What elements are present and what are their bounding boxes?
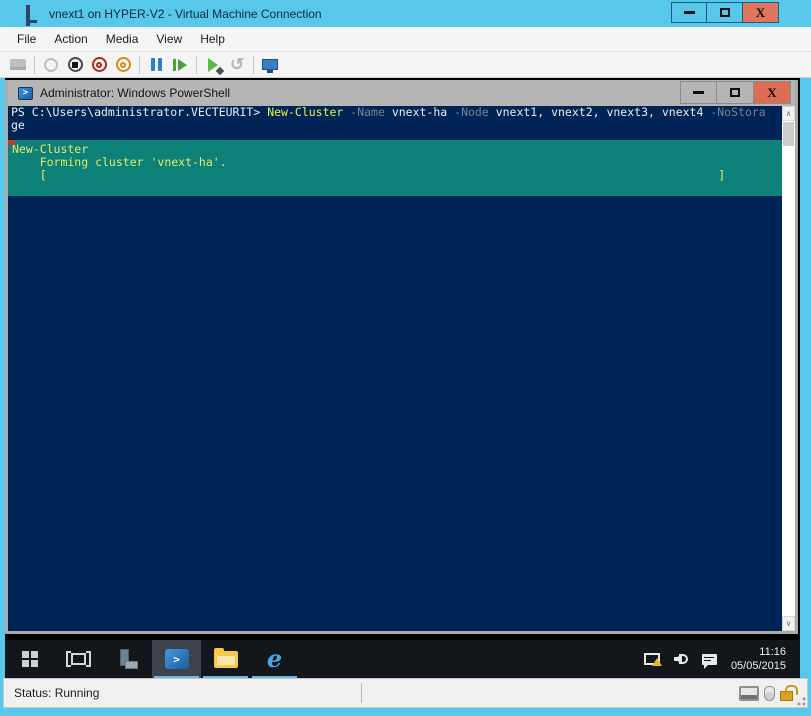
toolbar-separator <box>196 55 197 74</box>
save-vm-icon[interactable] <box>111 54 135 76</box>
server-manager-icon <box>118 649 138 669</box>
volume-icon[interactable] <box>673 652 688 666</box>
ctrl-alt-delete-icon[interactable] <box>6 54 30 76</box>
internet-explorer-button[interactable]: e <box>250 640 299 678</box>
action-center-icon[interactable] <box>701 653 717 669</box>
powershell-title: Administrator: Windows PowerShell <box>40 86 231 100</box>
maximize-icon <box>730 88 740 97</box>
pause-icon[interactable] <box>144 54 168 76</box>
powershell-icon: > <box>164 649 189 669</box>
progress-artifact <box>8 140 15 145</box>
command-line: PS C:\Users\administrator.VECTEURIT> New… <box>11 106 766 119</box>
progress-panel: New-Cluster Forming cluster 'vnext-ha'. … <box>8 140 782 196</box>
scrollbar-thumb[interactable] <box>783 122 794 146</box>
server-manager-button[interactable] <box>103 640 152 678</box>
vm-minimize-button[interactable] <box>671 2 707 23</box>
shut-down-icon[interactable] <box>87 54 111 76</box>
clock-date: 05/05/2015 <box>730 660 786 672</box>
vm-close-button[interactable]: X <box>743 2 779 23</box>
resize-grip[interactable] <box>794 694 806 706</box>
toolbar-separator <box>253 55 254 74</box>
vmconnect-icon <box>26 5 41 26</box>
toolbar: ↺ <box>0 52 811 78</box>
mouse-capture-icon <box>764 685 775 701</box>
progress-bar: [ ] <box>12 168 726 182</box>
command-wrap-line: ge <box>11 118 25 132</box>
powershell-titlebar[interactable]: > Administrator: Windows PowerShell X <box>8 80 795 106</box>
ps-maximize-button[interactable] <box>717 81 754 104</box>
taskbar-clock[interactable]: 11:16 05/05/2015 <box>731 645 788 673</box>
powershell-console[interactable]: PS C:\Users\administrator.VECTEURIT> New… <box>8 106 795 631</box>
vm-taskbar: > e 11:16 05/05/2015 <box>5 640 800 678</box>
file-explorer-button[interactable] <box>201 640 250 678</box>
minimize-icon <box>683 11 695 14</box>
internet-explorer-icon: e <box>266 644 283 673</box>
powershell-icon: > <box>18 86 33 100</box>
vm-titlebar[interactable]: vnext1 on HYPER-V2 - Virtual Machine Con… <box>0 0 811 27</box>
minimize-icon <box>693 91 704 94</box>
menu-action[interactable]: Action <box>45 28 96 50</box>
scroll-down-icon[interactable]: ∨ <box>782 616 795 631</box>
menu-media[interactable]: Media <box>97 28 148 50</box>
turn-off-icon[interactable] <box>63 54 87 76</box>
lock-icon <box>780 684 798 701</box>
vm-connection-window: vnext1 on HYPER-V2 - Virtual Machine Con… <box>0 0 811 716</box>
task-view-icon <box>66 651 91 667</box>
enhanced-session-icon[interactable] <box>258 54 282 76</box>
task-view-button[interactable] <box>54 640 103 678</box>
cmdlet-name: New-Cluster <box>267 106 344 119</box>
revert-icon[interactable]: ↺ <box>225 54 249 76</box>
menu-view[interactable]: View <box>147 28 191 50</box>
toolbar-separator <box>34 55 35 74</box>
keyboard-capture-icon <box>739 685 759 701</box>
vm-window-title: vnext1 on HYPER-V2 - Virtual Machine Con… <box>49 6 322 21</box>
network-warning-icon[interactable] <box>643 653 662 666</box>
reset-icon[interactable] <box>168 54 192 76</box>
status-separator <box>361 683 362 703</box>
close-icon: X <box>755 4 766 20</box>
start-button[interactable] <box>5 640 54 678</box>
windows-logo-icon <box>21 651 38 667</box>
ps-close-button[interactable]: X <box>754 81 791 104</box>
status-bar: Status: Running <box>3 678 808 708</box>
menu-help[interactable]: Help <box>191 28 234 50</box>
vm-screen[interactable]: > Administrator: Windows PowerShell X PS… <box>5 78 800 678</box>
scroll-up-icon[interactable]: ∧ <box>782 106 795 121</box>
maximize-icon <box>719 8 730 17</box>
powershell-taskbar-button[interactable]: > <box>152 640 201 678</box>
checkpoint-icon[interactable] <box>201 54 225 76</box>
folder-icon <box>213 647 238 668</box>
console-scrollbar[interactable]: ∧ ∨ <box>782 106 795 631</box>
start-vm-icon[interactable] <box>39 54 63 76</box>
toolbar-separator <box>139 55 140 74</box>
menu-file[interactable]: File <box>8 28 45 50</box>
prompt: PS C:\Users\administrator.VECTEURIT> <box>11 106 268 119</box>
menu-bar: File Action Media View Help <box>0 27 811 52</box>
status-text: Status: Running <box>14 686 100 700</box>
vm-maximize-button[interactable] <box>707 2 743 23</box>
clock-time: 11:16 <box>759 646 786 658</box>
powershell-window: > Administrator: Windows PowerShell X PS… <box>5 80 798 634</box>
system-tray: 11:16 05/05/2015 <box>643 640 800 678</box>
ps-minimize-button[interactable] <box>680 81 717 104</box>
close-icon: X <box>767 84 777 100</box>
